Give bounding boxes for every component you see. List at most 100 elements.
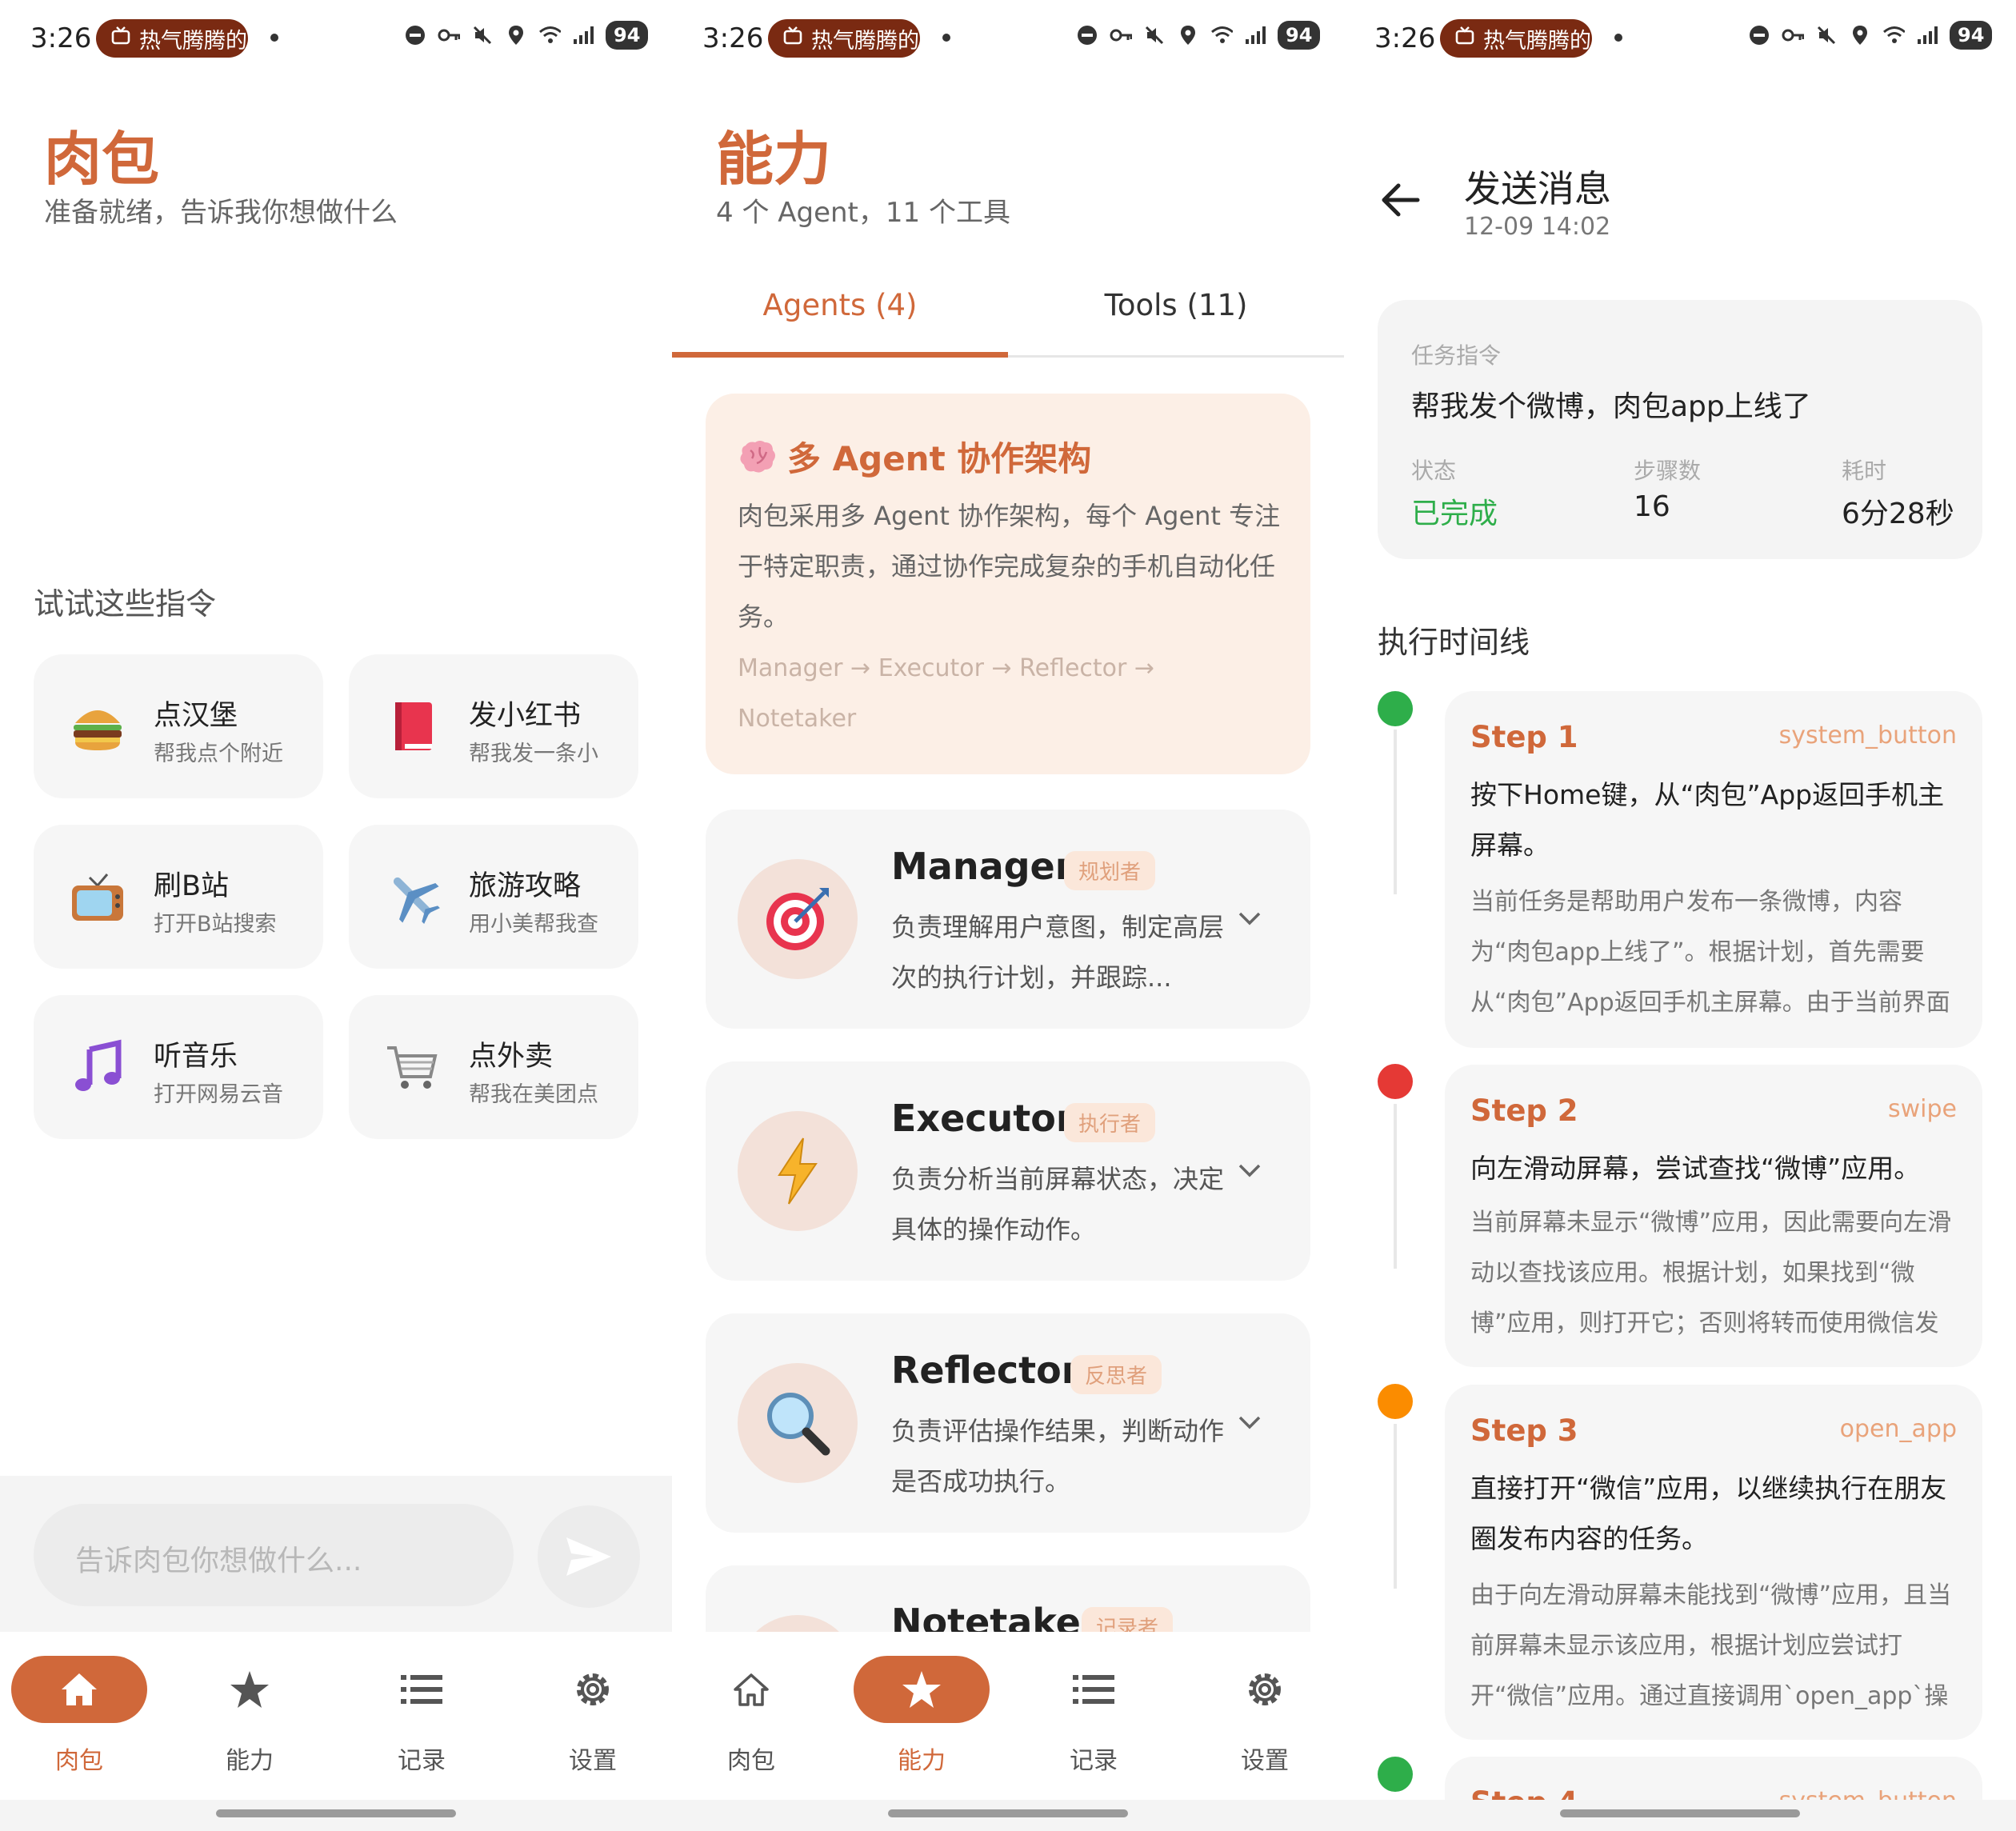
step-number: Step 3 <box>1470 1413 1578 1448</box>
architecture-card: 多 Agent 协作架构 肉包采用多 Agent 协作架构，每个 Agent 专… <box>706 394 1310 774</box>
notification-dot <box>942 34 950 42</box>
steps-value: 16 <box>1634 490 1670 523</box>
list-icon <box>401 1675 442 1704</box>
duration-value: 6分28秒 <box>1842 498 1954 530</box>
command-input[interactable]: 告诉肉包你想做什么... <box>34 1504 514 1606</box>
suggestion-card[interactable]: 发小红书 帮我发一条小 <box>349 654 638 798</box>
agent-card-manager[interactable]: Manager 规划者 负责理解用户意图，制定高层次的执行计划，并跟踪... <box>706 810 1310 1029</box>
tv-small-icon <box>110 26 131 52</box>
step-reason: 当前任务是帮助用户发布一条微博，内容为“肉包app上线了”。根据计划，首先需要从… <box>1470 888 1950 1017</box>
suggestion-title: 点外卖 <box>469 1041 554 1073</box>
suggestion-card[interactable]: 听音乐 打开网易云音 <box>34 995 323 1139</box>
task-label: 任务指令 <box>1411 342 1502 369</box>
status-icons: 94 <box>1748 21 1993 50</box>
timeline-line <box>1394 1104 1397 1269</box>
suggestion-card[interactable]: 点汉堡 帮我点个附近 <box>34 654 323 798</box>
agent-role-badge: 规划者 <box>1064 851 1156 890</box>
nav-abilities-label: 能力 <box>226 1747 274 1775</box>
notification-dot <box>1614 34 1622 42</box>
agent-desc: 负责理解用户意图，制定高层次的执行计划，并跟踪... <box>891 912 1225 993</box>
star-icon <box>902 1671 941 1708</box>
list-icon <box>1073 1675 1114 1704</box>
task-summary-card: 任务指令 帮我发个微博，肉包app上线了 状态 已完成 步骤数 16 耗时 6分… <box>1378 300 1982 559</box>
agent-card-executor[interactable]: Executor 执行者 负责分析当前屏幕状态，决定具体的操作动作。 <box>706 1061 1310 1281</box>
notification-pill[interactable]: 热气腾腾的 <box>96 19 248 58</box>
timeline-step[interactable]: Step 2 swipe 向左滑动屏幕，尝试查找“微博”应用。 当前屏幕未显示“… <box>1445 1065 1982 1367</box>
battery-level: 94 <box>1278 21 1321 50</box>
nav-records[interactable]: 记录 <box>1026 1656 1162 1792</box>
chevron-down-icon[interactable] <box>1234 902 1266 934</box>
agent-name: Executor <box>891 1097 1074 1140</box>
notification-text: 热气腾腾的 <box>139 28 247 54</box>
nav-abilities[interactable]: 能力 <box>182 1656 318 1792</box>
suggestion-desc: 帮我在美团点 <box>469 1082 598 1107</box>
wifi-icon <box>1882 24 1905 46</box>
input-placeholder: 告诉肉包你想做什么... <box>75 1545 362 1577</box>
suggestion-title: 听音乐 <box>154 1041 238 1073</box>
battery-level: 94 <box>606 21 649 50</box>
home-indicator[interactable] <box>888 1809 1128 1817</box>
notification-pill[interactable]: 热气腾腾的 <box>1440 19 1592 58</box>
chevron-down-icon[interactable] <box>1234 1154 1266 1186</box>
suggestions-label: 试试这些指令 <box>34 586 217 622</box>
step-tool: swipe <box>1887 1095 1957 1123</box>
suggestion-card[interactable]: 刷B站 打开B站搜索 <box>34 825 323 969</box>
mute-icon <box>471 24 494 46</box>
nav-settings[interactable]: 设置 <box>1197 1656 1333 1792</box>
nav-home[interactable]: 肉包 <box>683 1656 819 1792</box>
send-button[interactable] <box>538 1505 640 1608</box>
chevron-down-icon[interactable] <box>1234 1406 1266 1438</box>
nav-abilities[interactable]: 能力 <box>854 1656 990 1792</box>
tab-tools[interactable]: Tools (11) <box>1008 288 1344 322</box>
wifi-icon <box>1210 24 1233 46</box>
duration-label: 耗时 <box>1842 458 1887 484</box>
page-title: 能力 <box>716 126 832 193</box>
page-subtitle: 准备就绪，告诉我你想做什么 <box>44 197 398 229</box>
timeline-step[interactable]: Step 1 system_button 按下Home键，从“肉包”App返回手… <box>1445 691 1982 1048</box>
tab-agents[interactable]: Agents (4) <box>672 288 1008 322</box>
timeline-label: 执行时间线 <box>1378 625 1530 660</box>
mute-icon <box>1143 24 1166 46</box>
page-title: 肉包 <box>44 126 160 193</box>
home-indicator[interactable] <box>1560 1809 1800 1817</box>
suggestion-card[interactable]: 旅游攻略 用小美帮我查 <box>349 825 638 969</box>
back-arrow-icon[interactable] <box>1378 176 1426 224</box>
home-indicator[interactable] <box>216 1809 456 1817</box>
status-time: 3:26 <box>1374 22 1436 54</box>
step-status-dot <box>1378 691 1413 726</box>
nav-settings[interactable]: 设置 <box>525 1656 661 1792</box>
step-reason: 由于向左滑动屏幕未能找到“微博”应用，且当前屏幕未显示该应用，根据计划应尝试打开… <box>1470 1581 1952 1710</box>
step-number: Step 1 <box>1470 720 1578 754</box>
nav-records-label: 记录 <box>1070 1747 1118 1775</box>
hamburger-icon <box>66 694 130 758</box>
suggestion-desc: 打开B站搜索 <box>154 912 277 937</box>
tv-small-icon <box>782 26 803 52</box>
agent-desc: 负责分析当前屏幕状态，决定具体的操作动作。 <box>891 1164 1225 1245</box>
location-icon <box>1849 24 1871 46</box>
key-icon <box>1110 24 1132 46</box>
target-icon <box>766 888 829 950</box>
architecture-title: 多 Agent 协作架构 <box>787 439 1092 478</box>
notification-text: 热气腾腾的 <box>1483 28 1591 54</box>
notification-pill[interactable]: 热气腾腾的 <box>768 19 920 58</box>
status-time: 3:26 <box>30 22 92 54</box>
lightning-icon <box>778 1137 818 1205</box>
dnd-icon <box>404 24 426 46</box>
suggestion-card[interactable]: 点外卖 帮我在美团点 <box>349 995 638 1139</box>
nav-records-label: 记录 <box>398 1747 446 1775</box>
timeline-line <box>1394 1424 1397 1589</box>
timeline-line <box>1394 730 1397 894</box>
timeline-step[interactable]: Step 3 open_app 直接打开“微信”应用，以继续执行在朋友圈发布内容… <box>1445 1385 1982 1740</box>
nav-records[interactable]: 记录 <box>354 1656 490 1792</box>
step-action: 按下Home键，从“肉包”App返回手机主屏幕。 <box>1470 779 1945 861</box>
suggestion-title: 点汉堡 <box>154 700 238 732</box>
status-time: 3:26 <box>702 22 764 54</box>
task-instruction: 帮我发个微博，肉包app上线了 <box>1411 390 1811 423</box>
status-icons: 94 <box>1076 21 1321 50</box>
airplane-icon <box>381 865 445 929</box>
music-note-icon <box>66 1035 130 1099</box>
agent-card-reflector[interactable]: Reflector 反思者 负责评估操作结果，判断动作是否成功执行。 <box>706 1313 1310 1533</box>
agent-flow: Manager → Executor → Reflector → Notetak… <box>738 654 1155 733</box>
step-reason: 当前屏幕未显示“微博”应用，因此需要向左滑动以查找该应用。根据计划，如果找到“微… <box>1470 1209 1952 1337</box>
nav-home[interactable]: 肉包 <box>11 1656 147 1792</box>
